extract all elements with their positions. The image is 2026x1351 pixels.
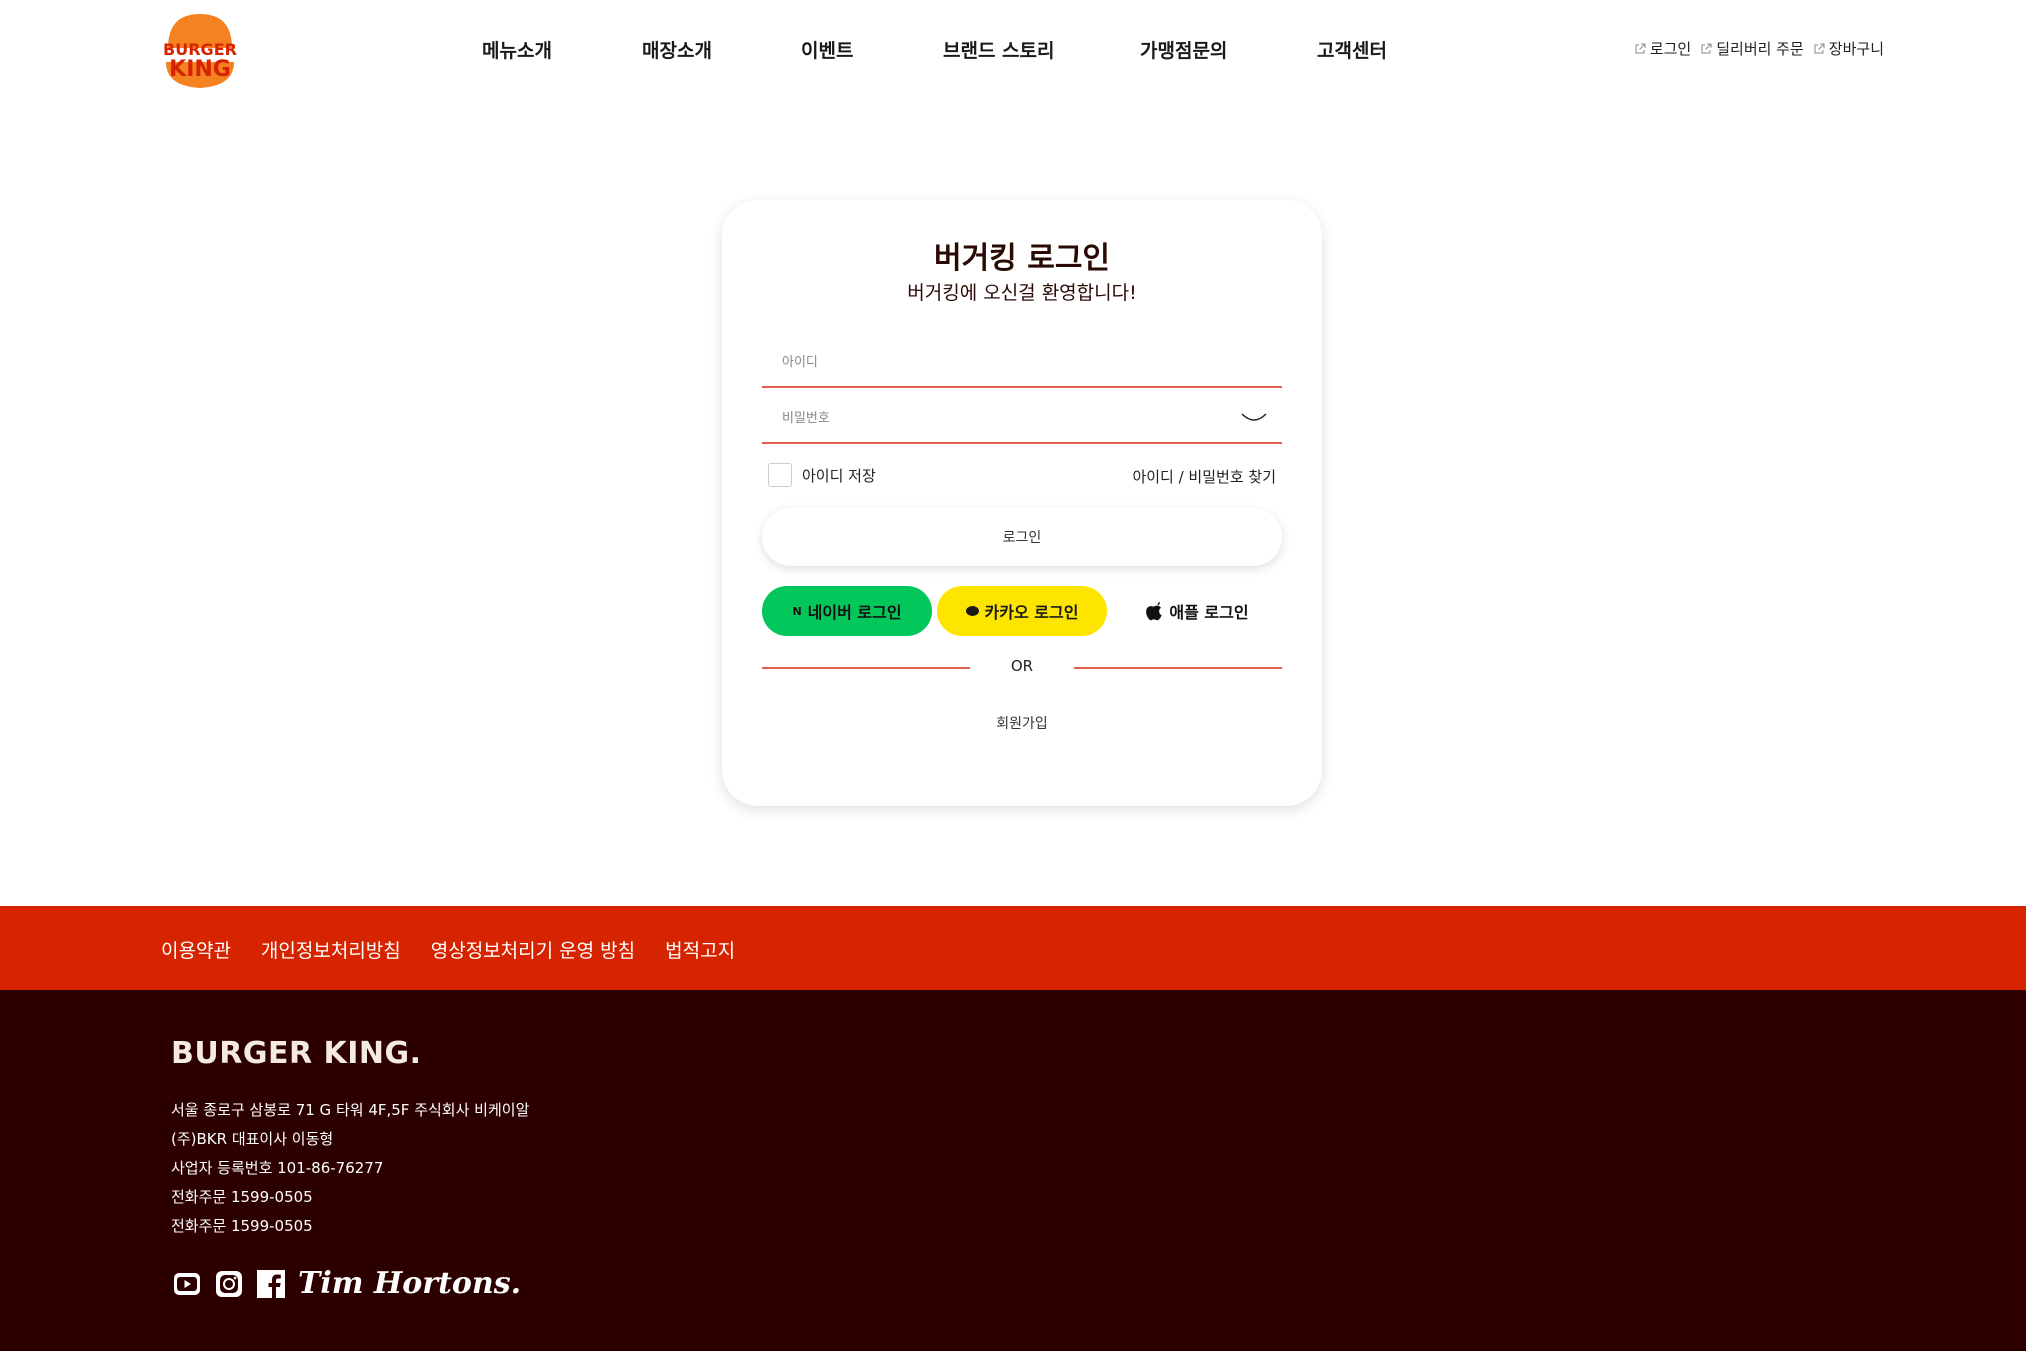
tim-hortons-logo[interactable]: Tim Hortons.: [298, 1266, 521, 1301]
external-link-icon: [1701, 43, 1712, 53]
or-divider: OR: [762, 655, 1282, 679]
footer-links: 이용약관 개인정보처리방침 영상정보처리기 운영 방침 법적고지: [161, 936, 735, 963]
site-footer: BURGER KING. 서울 종로구 삼봉로 71 G 타워 4F,5F 주식…: [0, 990, 2026, 1351]
naver-login-button[interactable]: N 네이버 로그인: [762, 586, 932, 636]
or-text: OR: [1010, 657, 1034, 675]
pw-field-wrapper: [762, 388, 1282, 444]
apple-login-button[interactable]: 애플 로그인: [1112, 586, 1282, 636]
apple-login-label: 애플 로그인: [1169, 603, 1249, 622]
site-header: BURGER KING 메뉴소개 매장소개 이벤트 브랜드 스토리 가맹점문의 …: [0, 0, 2026, 100]
util-delivery-label: 딜리버리 주문: [1716, 40, 1804, 58]
util-links: 로그인 딜리버리 주문 장바구니: [1634, 38, 1884, 59]
util-cart-label: 장바구니: [1828, 40, 1884, 58]
external-link-icon: [1635, 43, 1646, 53]
facebook-icon[interactable]: [256, 1269, 286, 1299]
login-subtitle: 버거킹에 오신걸 환영합니다!: [907, 282, 1137, 304]
nav-event[interactable]: 이벤트: [801, 36, 853, 63]
footer-business-number: 사업자 등록번호 101-86-76277: [171, 1159, 384, 1177]
footer-address: 서울 종로구 삼봉로 71 G 타워 4F,5F 주식회사 비케이알: [171, 1101, 530, 1119]
kakao-login-button[interactable]: 카카오 로그인: [937, 586, 1107, 636]
util-login-label: 로그인: [1649, 40, 1692, 58]
nav-store[interactable]: 매장소개: [642, 36, 712, 63]
eye-closed-icon[interactable]: [1240, 410, 1268, 426]
svg-text:KING: KING: [169, 57, 231, 82]
id-input[interactable]: [762, 332, 1282, 386]
util-delivery-link[interactable]: 딜리버리 주문: [1700, 38, 1804, 59]
footer-phone-2: 전화주문 1599-0505: [171, 1217, 313, 1235]
footer-link-cctv-policy[interactable]: 영상정보처리기 운영 방침: [431, 936, 635, 963]
password-input[interactable]: [762, 388, 1282, 442]
footer-link-terms[interactable]: 이용약관: [161, 936, 231, 963]
youtube-icon[interactable]: [172, 1269, 202, 1299]
util-login-link[interactable]: 로그인: [1634, 38, 1691, 59]
save-id-label: 아이디 저장: [802, 466, 876, 485]
login-button[interactable]: 로그인: [762, 508, 1282, 566]
naver-icon: N: [792, 604, 802, 618]
external-link-icon: [1814, 43, 1825, 53]
kakao-talk-icon: [965, 606, 979, 616]
footer-ceo: (주)BKR 대표이사 이동형: [171, 1130, 334, 1148]
social-links: Tim Hortons.: [172, 1266, 521, 1301]
nav-brand-story[interactable]: 브랜드 스토리: [943, 36, 1055, 63]
nav-franchise[interactable]: 가맹점문의: [1140, 36, 1227, 63]
footer-links-bar: 이용약관 개인정보처리방침 영상정보처리기 운영 방침 법적고지: [0, 906, 2026, 990]
footer-company-info: 서울 종로구 삼봉로 71 G 타워 4F,5F 주식회사 비케이알 (주)BK…: [171, 1096, 529, 1241]
nav-menu[interactable]: 메뉴소개: [482, 36, 552, 63]
footer-link-legal[interactable]: 법적고지: [665, 936, 735, 963]
apple-icon: [1146, 601, 1163, 621]
id-field-wrapper: [762, 332, 1282, 388]
footer-logo: BURGER KING.: [171, 1036, 422, 1071]
util-cart-link[interactable]: 장바구니: [1813, 38, 1884, 59]
burger-king-logo[interactable]: BURGER KING: [160, 10, 240, 92]
nav-customer-center[interactable]: 고객센터: [1317, 36, 1387, 63]
footer-phone: 전화주문 1599-0505: [171, 1188, 313, 1206]
divider-line-right: [1074, 667, 1282, 669]
login-title: 버거킹 로그인: [933, 241, 1111, 276]
save-id-checkbox[interactable]: [768, 463, 792, 487]
kakao-login-label: 카카오 로그인: [984, 603, 1079, 622]
save-id-checkbox-row[interactable]: 아이디 저장: [768, 463, 876, 487]
signup-link[interactable]: 회원가입: [722, 713, 1322, 733]
find-id-password-link[interactable]: 아이디 / 비밀번호 찾기: [1132, 466, 1276, 487]
naver-login-label: 네이버 로그인: [807, 603, 902, 622]
instagram-icon[interactable]: [214, 1269, 244, 1299]
login-card: 버거킹 로그인 버거킹에 오신걸 환영합니다! 아이디 저장 아이디 / 비밀번…: [722, 200, 1322, 806]
footer-link-privacy[interactable]: 개인정보처리방침: [261, 936, 401, 963]
